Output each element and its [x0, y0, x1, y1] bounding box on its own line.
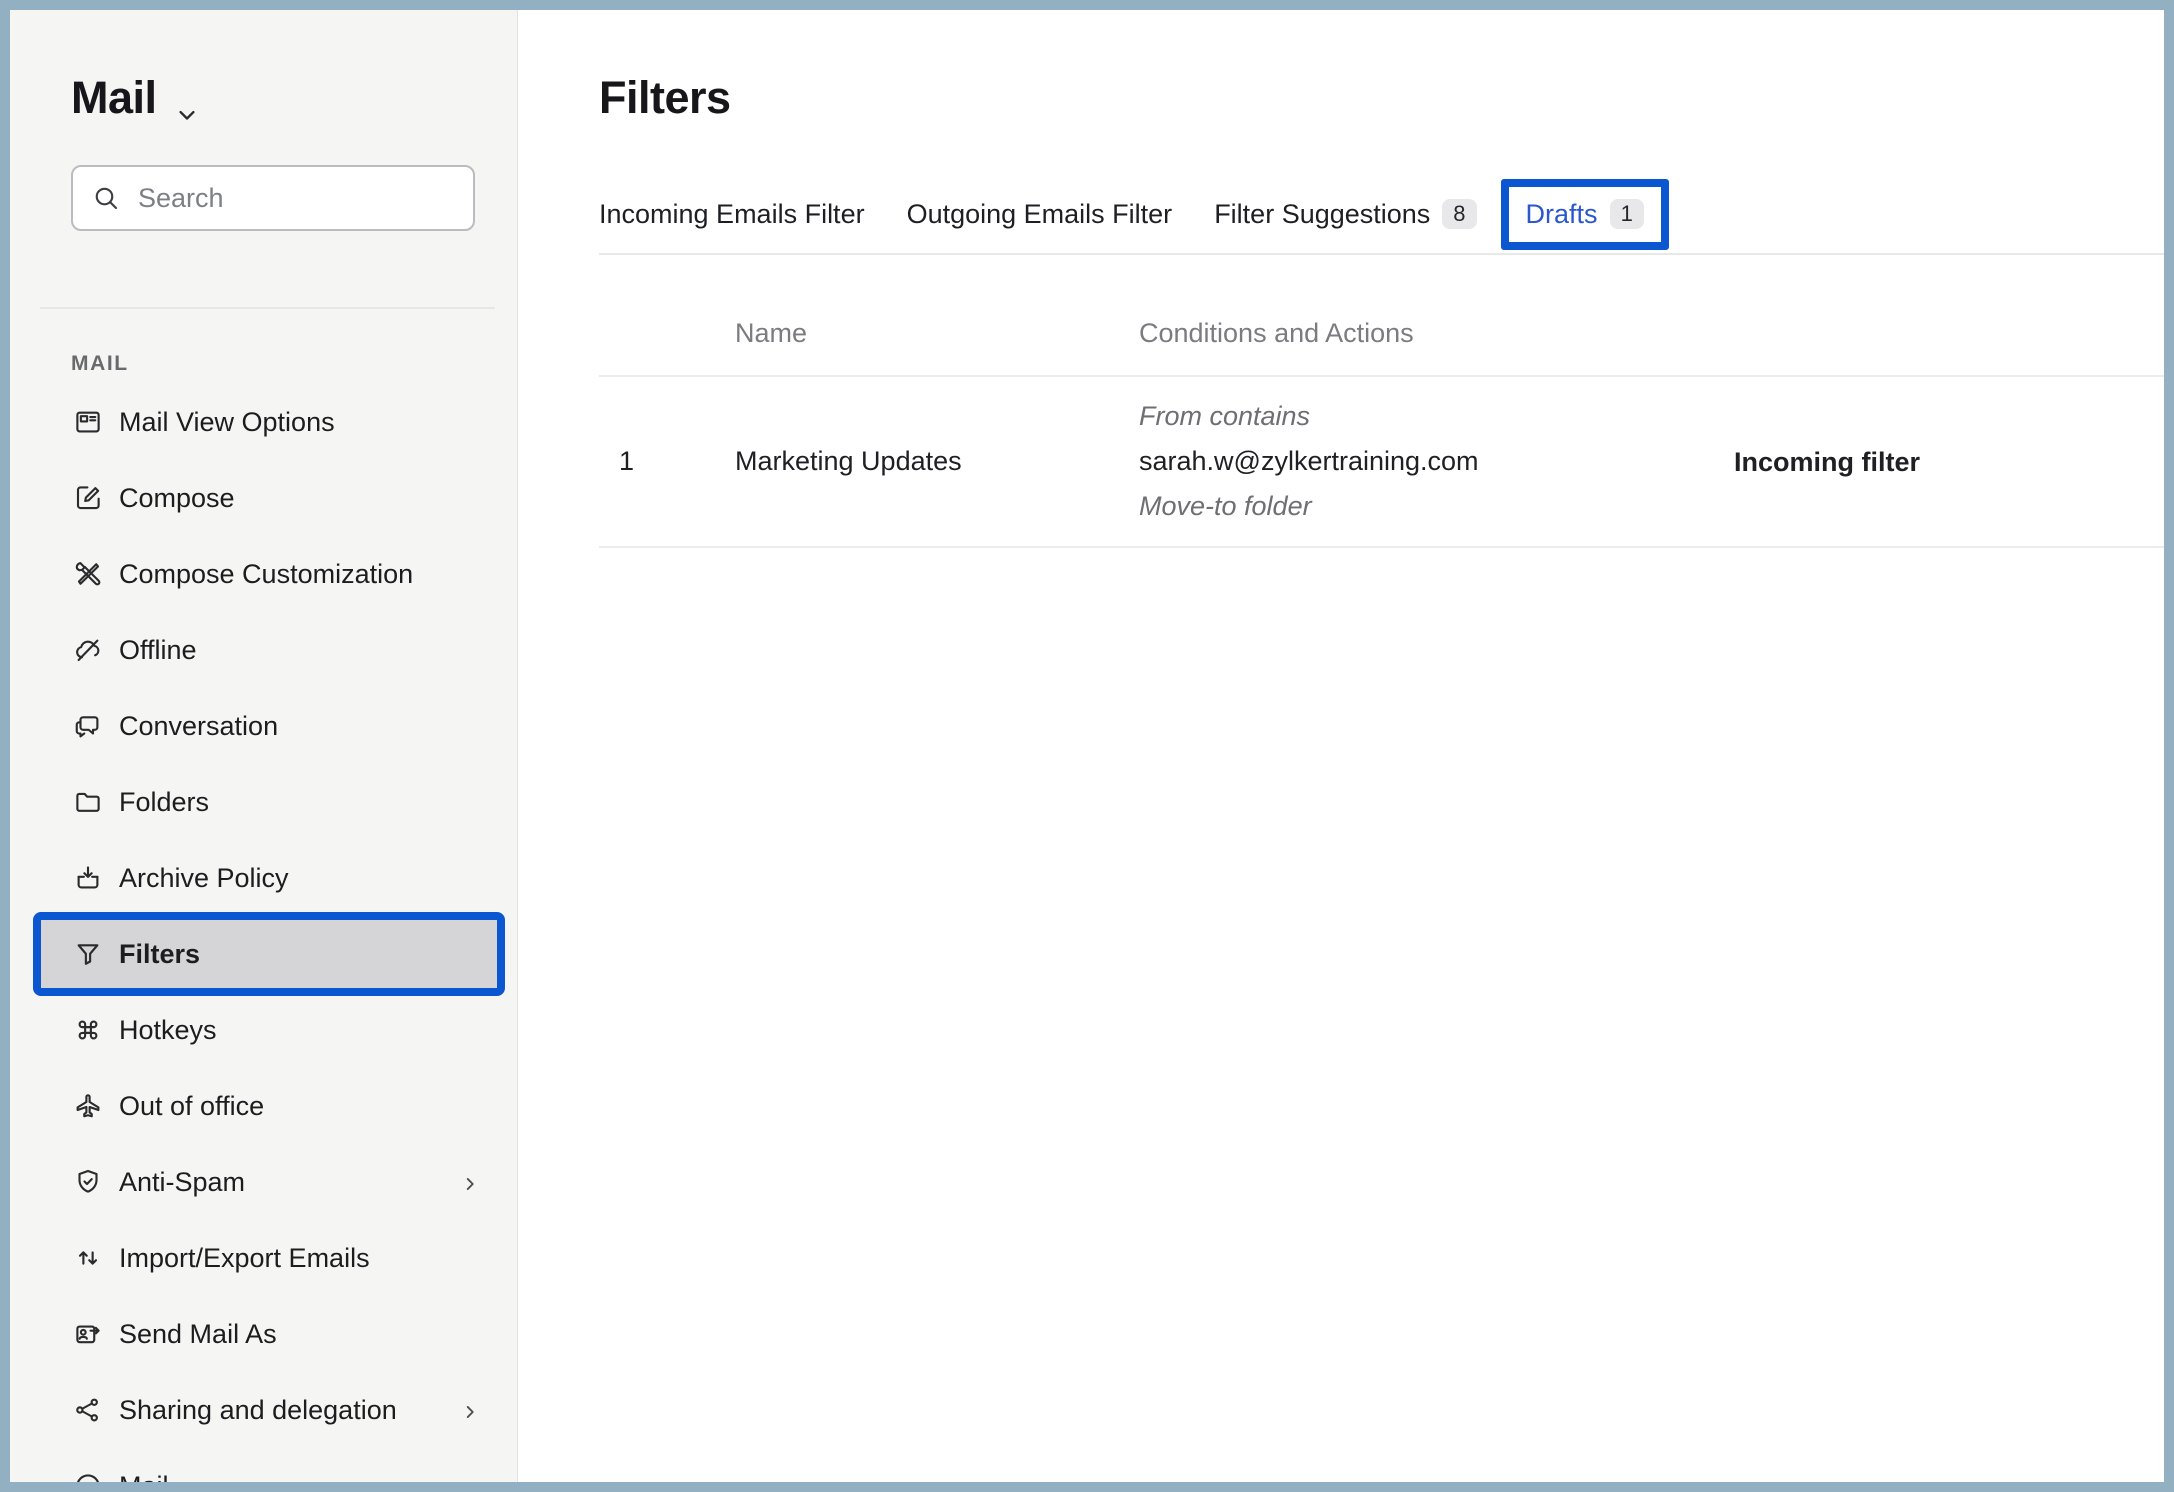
offline-icon [73, 635, 103, 665]
filter-type: Incoming filter [1734, 442, 2164, 482]
sidebar-item-label: Out of office [119, 1091, 264, 1122]
tab-filter-suggestions[interactable]: Filter Suggestions 8 [1214, 199, 1476, 230]
sidebar-item-label: Mail View Options [119, 407, 335, 438]
import-export-icon [73, 1243, 103, 1273]
sidebar-divider [40, 307, 495, 309]
sidebar-item-label: Anti-Spam [119, 1167, 245, 1198]
page-title: Filters [599, 72, 731, 124]
tab-label: Drafts [1526, 199, 1598, 230]
tab-incoming-emails-filter[interactable]: Incoming Emails Filter [599, 199, 865, 230]
sidebar-item-label: Hotkeys [119, 1015, 217, 1046]
table-header-row: Name Conditions and Actions [599, 255, 2164, 377]
settings-sidebar: Mail MAIL Mail View Options Compose Compos… [10, 10, 518, 1482]
mail-view-options-icon [73, 407, 103, 437]
condition-label: From contains [1139, 394, 1734, 439]
sidebar-item-label: Offline [119, 635, 197, 666]
sidebar-item-label: Mail [119, 1471, 169, 1483]
sidebar-item-label: Conversation [119, 711, 278, 742]
sidebar-item-compose[interactable]: Compose [10, 460, 517, 536]
compose-icon [73, 483, 103, 513]
selection-annotation-box [33, 912, 505, 996]
sharing-delegation-icon [73, 1395, 103, 1425]
table-row[interactable]: 1 Marketing Updates From contains sarah.… [599, 377, 2164, 548]
chevron-down-icon [173, 88, 201, 116]
chevron-right-icon [459, 1171, 481, 1193]
sidebar-item-filters[interactable]: Filters [10, 916, 517, 992]
filters-panel: Filters Incoming Emails Filter Outgoing E… [518, 10, 2164, 1482]
sidebar-item-import-export-emails[interactable]: Import/Export Emails [10, 1220, 517, 1296]
sidebar-item-label: Compose [119, 483, 235, 514]
sidebar-item-label: Compose Customization [119, 559, 413, 590]
sidebar-item-mail[interactable]: Mail [10, 1448, 517, 1482]
conversation-icon [73, 711, 103, 741]
anti-spam-icon [73, 1167, 103, 1197]
sidebar-item-label: Import/Export Emails [119, 1243, 370, 1274]
hotkeys-icon [73, 1015, 103, 1045]
sidebar-item-archive-policy[interactable]: Archive Policy [10, 840, 517, 916]
action-label: Move-to folder [1139, 484, 1734, 529]
out-of-office-icon [73, 1091, 103, 1121]
send-mail-as-icon [73, 1319, 103, 1349]
filter-name: Marketing Updates [735, 446, 1139, 477]
chevron-right-icon [459, 1399, 481, 1421]
column-header-name: Name [735, 318, 1139, 349]
tab-badge: 8 [1442, 199, 1476, 229]
sidebar-item-hotkeys[interactable]: Hotkeys [10, 992, 517, 1068]
sidebar-item-offline[interactable]: Offline [10, 612, 517, 688]
folders-icon [73, 787, 103, 817]
filters-icon [73, 939, 103, 969]
column-header-conditions: Conditions and Actions [1139, 318, 1734, 349]
tab-outgoing-emails-filter[interactable]: Outgoing Emails Filter [907, 199, 1173, 230]
sidebar-item-anti-spam[interactable]: Anti-Spam [10, 1144, 517, 1220]
archive-policy-icon [73, 863, 103, 893]
sidebar-menu: Mail View Options Compose Compose Customiz… [10, 384, 517, 1482]
search-icon [91, 183, 121, 213]
app-title: Mail [71, 72, 157, 124]
sidebar-item-send-mail-as[interactable]: Send Mail As [10, 1296, 517, 1372]
sidebar-section-label: MAIL [71, 352, 129, 376]
row-index: 1 [599, 446, 735, 477]
tab-label: Incoming Emails Filter [599, 199, 865, 230]
sidebar-item-compose-customization[interactable]: Compose Customization [10, 536, 517, 612]
condition-value: sarah.w@zylkertraining.com [1139, 439, 1734, 484]
sidebar-item-conversation[interactable]: Conversation [10, 688, 517, 764]
sidebar-item-sharing-and-delegation[interactable]: Sharing and delegation [10, 1372, 517, 1448]
sidebar-item-out-of-office[interactable]: Out of office [10, 1068, 517, 1144]
sidebar-item-label: Sharing and delegation [119, 1395, 397, 1426]
tab-label: Outgoing Emails Filter [907, 199, 1173, 230]
compose-customization-icon [73, 559, 103, 589]
tab-drafts[interactable]: Drafts 1 [1501, 179, 1669, 250]
sidebar-item-label: Filters [119, 939, 200, 970]
settings-window: Mail MAIL Mail View Options Compose Compos… [10, 10, 2164, 1482]
app-switcher[interactable]: Mail [71, 72, 201, 124]
sidebar-item-folders[interactable]: Folders [10, 764, 517, 840]
filter-tabs: Incoming Emails Filter Outgoing Emails Fi… [599, 175, 2164, 255]
sidebar-item-label: Folders [119, 787, 209, 818]
sidebar-item-label: Archive Policy [119, 863, 289, 894]
search-input[interactable] [136, 182, 455, 215]
tab-label: Filter Suggestions [1214, 199, 1430, 230]
tab-badge: 1 [1610, 199, 1644, 229]
filter-conditions: From contains sarah.w@zylkertraining.com… [1139, 394, 1734, 529]
sidebar-item-mail-view-options[interactable]: Mail View Options [10, 384, 517, 460]
filters-table: Name Conditions and Actions 1 Marketing … [599, 255, 2164, 548]
sidebar-item-label: Send Mail As [119, 1319, 277, 1350]
circle-icon [73, 1471, 103, 1482]
settings-search [71, 165, 475, 231]
